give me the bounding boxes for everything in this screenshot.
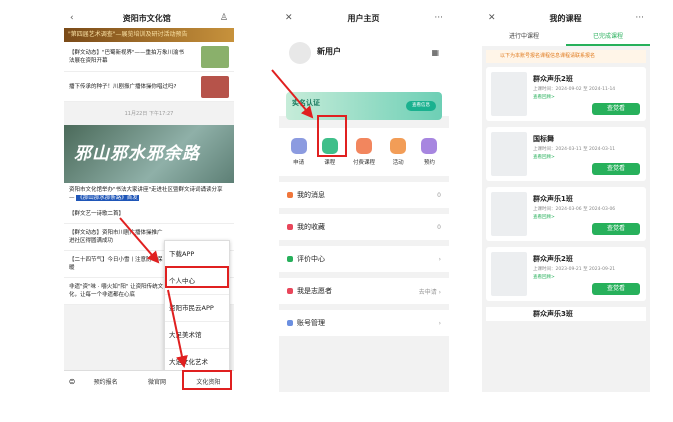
arrow-to-menu-tab bbox=[167, 289, 188, 368]
arrow-to-personal-center bbox=[119, 217, 160, 264]
arrow-to-course bbox=[271, 69, 314, 119]
annotation-arrows bbox=[119, 69, 314, 368]
